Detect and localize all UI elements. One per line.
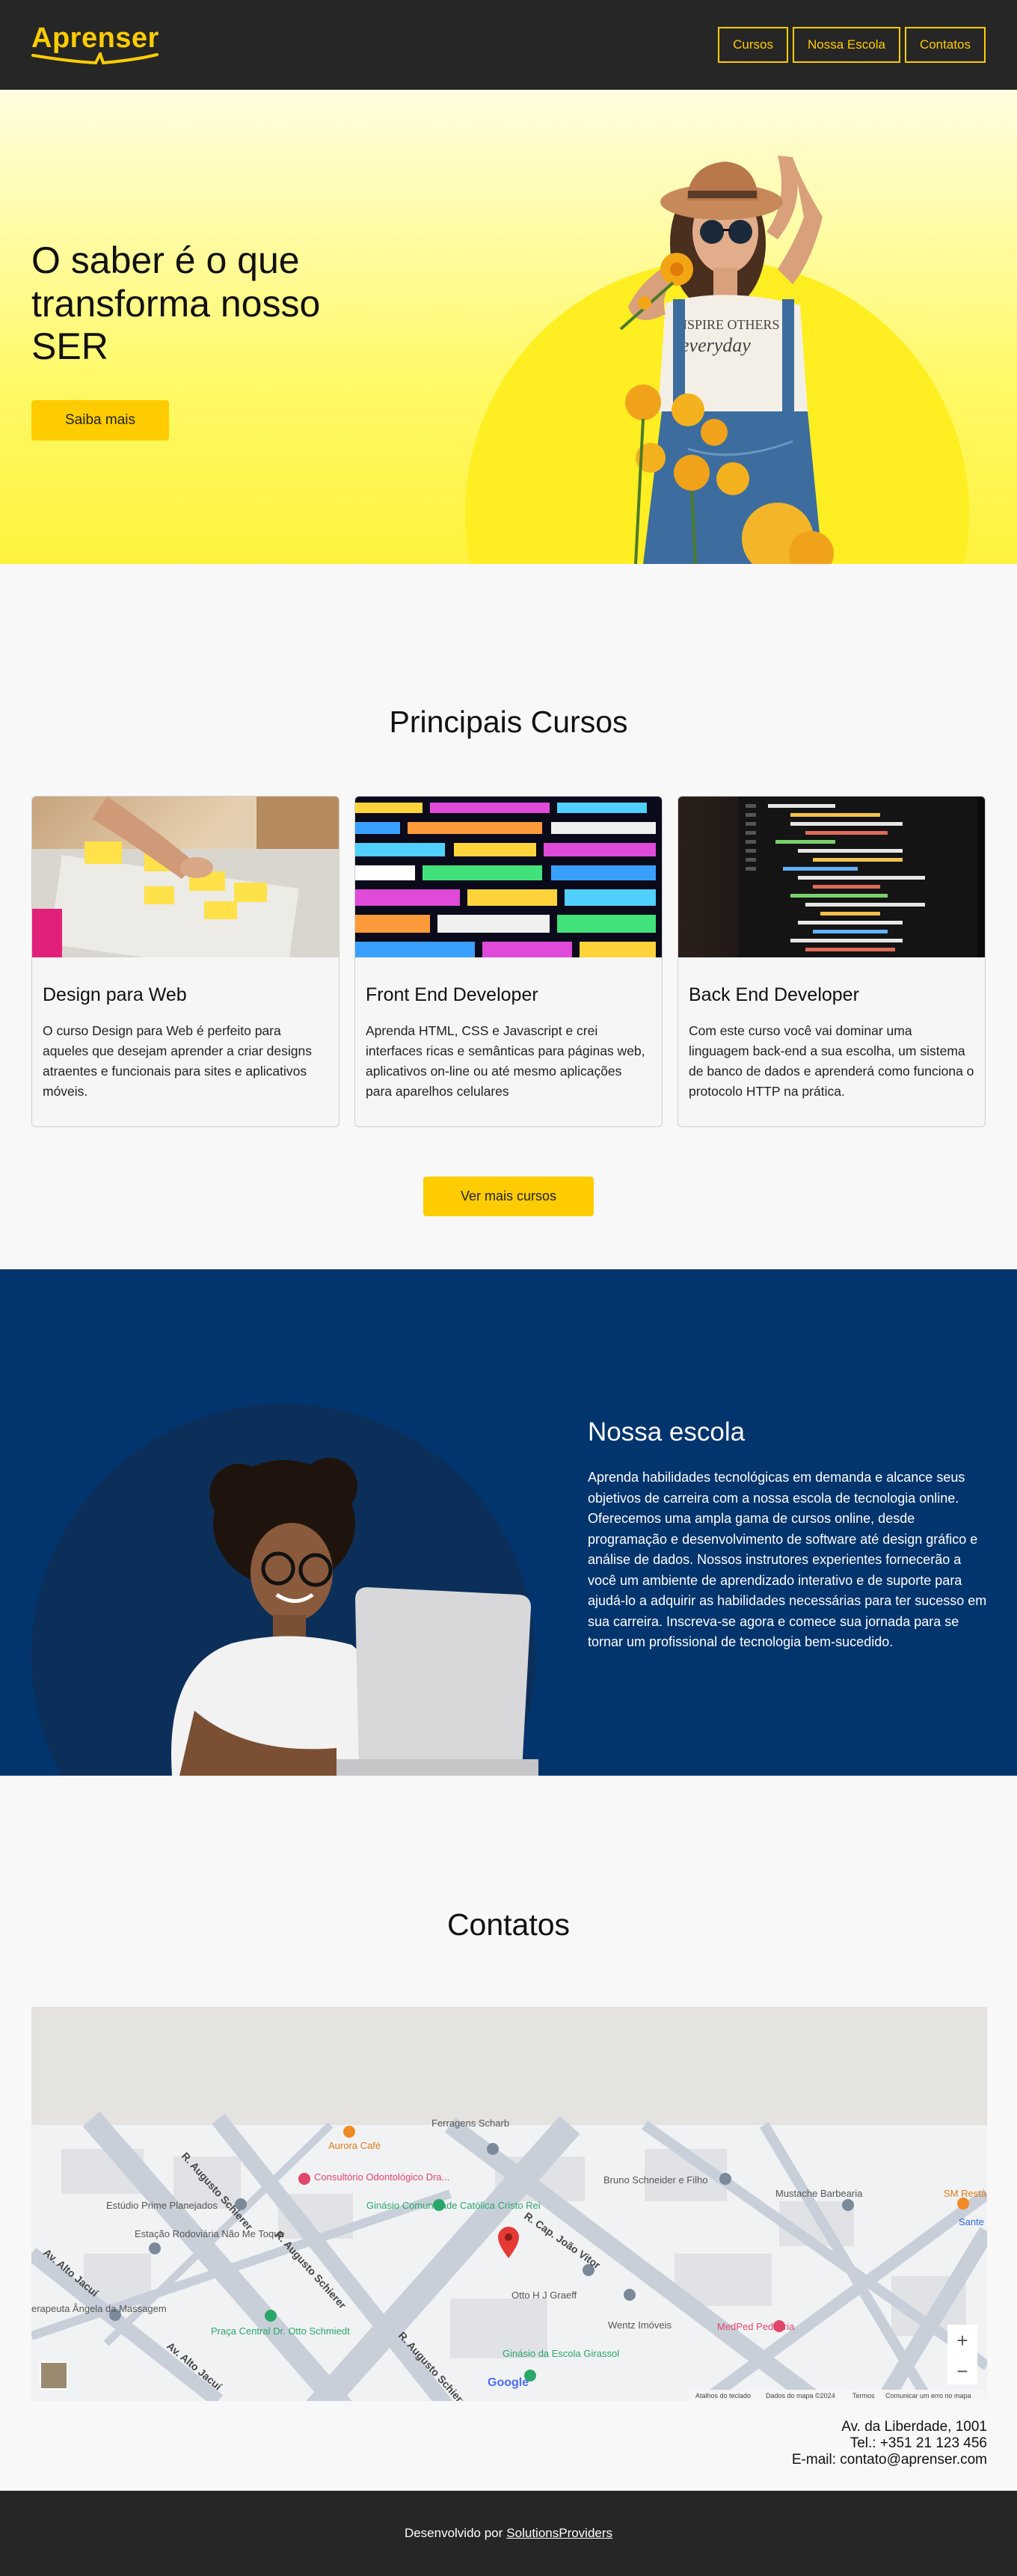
map-footer-link[interactable]: Comunicar um erro no mapa: [885, 2392, 971, 2399]
map-footer-link[interactable]: Atalhos do teclado: [695, 2392, 751, 2399]
zoom-out-icon[interactable]: −: [956, 2360, 968, 2382]
map-label: SM Resta: [944, 2188, 987, 2199]
site-footer: Desenvolvido por SolutionsProviders: [0, 2491, 1017, 2576]
course-card-frontend[interactable]: Front End Developer Aprenda HTML, CSS e …: [354, 796, 663, 1127]
frontend-course-image: [355, 797, 662, 957]
footer-link[interactable]: SolutionsProviders: [506, 2526, 612, 2541]
school-section: Nossa escola Aprenda habilidades tecnoló…: [0, 1269, 1017, 1776]
nav-nossa-escola[interactable]: Nossa Escola: [793, 27, 900, 63]
student-laptop-image: [171, 1458, 538, 1776]
shirt-text-1: INSPIRE OTHERS: [673, 317, 780, 332]
map-label: Consultório Odontológico Dra...: [314, 2171, 449, 2183]
course-description: Com este curso você vai dominar uma ling…: [689, 1023, 974, 1099]
courses-title: Principais Cursos: [389, 705, 628, 739]
logo-swoosh-icon: [31, 52, 159, 65]
map-layer-thumbnail[interactable]: [40, 2361, 68, 2390]
site-header: Aprenser Cursos Nossa Escola Contatos: [0, 0, 1017, 90]
course-description: Aprenda HTML, CSS e Javascript e crei in…: [366, 1023, 645, 1099]
saiba-mais-button[interactable]: Saiba mais: [31, 400, 169, 441]
logo[interactable]: Aprenser: [31, 24, 159, 66]
contacts-section: Contatos Ferragens Scharb Aurora Café Co…: [0, 1776, 1017, 2491]
course-title: Front End Developer: [366, 984, 538, 1005]
logo-text: Aprenser: [31, 22, 159, 54]
google-logo: Google: [488, 2376, 529, 2389]
hero-title: O saber é o que transforma nosso SER: [31, 239, 321, 367]
footer-prefix: Desenvolvido por: [404, 2526, 503, 2540]
shirt-text-2: everyday: [680, 334, 751, 356]
design-course-image: [32, 797, 339, 957]
main-nav: Cursos Nossa Escola Contatos: [718, 27, 986, 63]
nav-contatos[interactable]: Contatos: [904, 27, 986, 63]
course-title: Design para Web: [43, 984, 187, 1005]
school-title: Nossa escola: [588, 1417, 746, 1447]
nav-cursos[interactable]: Cursos: [718, 27, 789, 63]
course-description: O curso Design para Web é perfeito para …: [43, 1023, 312, 1099]
map-footer-text: Dados do mapa ©2024: [766, 2392, 835, 2399]
ver-mais-cursos-button[interactable]: Ver mais cursos: [423, 1177, 594, 1216]
map-label: Ferragens Scharb: [431, 2117, 509, 2129]
hero-section: O saber é o que transforma nosso SER Sai…: [0, 90, 1017, 564]
map-label: Bruno Schneider e Filho: [603, 2174, 707, 2186]
map-label: Aurora Café: [328, 2140, 381, 2151]
contacts-title: Contatos: [446, 1907, 571, 1942]
courses-section: Principais Cursos Design para Web O curs…: [0, 564, 1017, 1269]
map-label: Mustache Barbearia: [775, 2188, 863, 2199]
school-description: Aprenda habilidades tecnológicas em dema…: [588, 1470, 987, 1649]
embedded-map[interactable]: Ferragens Scharb Aurora Café Consultório…: [31, 2007, 987, 2401]
map-footer-link[interactable]: Termos: [852, 2392, 875, 2399]
course-card-backend[interactable]: Back End Developer Com este curso você v…: [678, 796, 986, 1127]
map-label: Estação Rodoviária Não Me Toque: [135, 2228, 285, 2239]
contact-address: Av. da Liberdade, 1001 Tel.: +351 21 123…: [792, 2419, 987, 2468]
map-label: Otto H J Graeff: [511, 2290, 577, 2301]
map-label: Estúdio Prime Planejados: [106, 2200, 218, 2211]
zoom-in-icon[interactable]: +: [956, 2329, 968, 2352]
email-line: E-mail: contato@aprenser.com: [791, 2452, 987, 2468]
course-title: Back End Developer: [689, 984, 859, 1005]
address-line: Av. da Liberdade, 1001: [841, 2419, 987, 2435]
backend-course-image: [678, 797, 985, 957]
map-label: Praça Central Dr. Otto Schmiedt: [211, 2325, 350, 2337]
map-zoom-controls[interactable]: + −: [947, 2325, 977, 2385]
map-label: Ginásio da Escola Girassol: [503, 2348, 619, 2359]
map-label: MedPed Pediatria: [717, 2321, 795, 2332]
phone-line: Tel.: +351 21 123 456: [849, 2435, 987, 2451]
map-label: Ginásio Comunidade Católica Cristo Rei: [366, 2200, 541, 2211]
map-label: Sante: [959, 2216, 984, 2227]
course-cards: Design para Web O curso Design para Web …: [31, 796, 986, 1127]
hero-woman-image: INSPIRE OTHERS everyday: [619, 156, 834, 564]
map-label: Wentz Imóveis: [608, 2319, 672, 2331]
course-card-design[interactable]: Design para Web O curso Design para Web …: [31, 796, 339, 1127]
map-label: erapeuta Ângela da Massagem: [31, 2303, 167, 2314]
